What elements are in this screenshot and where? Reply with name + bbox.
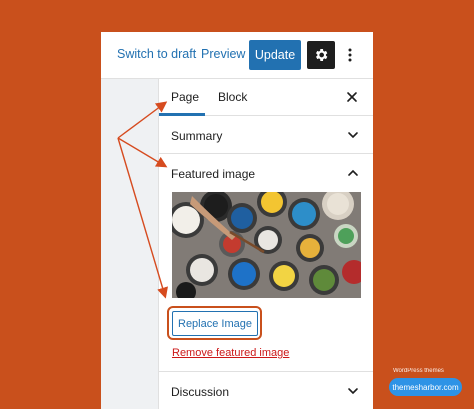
- discussion-title: Discussion: [171, 385, 230, 399]
- vertical-ellipsis-icon: [348, 48, 352, 62]
- branding-badge: themesharbor.com: [389, 378, 462, 396]
- summary-title: Summary: [171, 129, 223, 143]
- featured-image-panel-toggle[interactable]: Featured image: [159, 154, 373, 192]
- close-icon[interactable]: [345, 90, 359, 104]
- summary-panel-toggle[interactable]: Summary: [159, 116, 373, 154]
- remove-featured-image-link[interactable]: Remove featured image: [172, 347, 289, 359]
- tab-block[interactable]: Block: [218, 90, 247, 104]
- preview-link[interactable]: Preview: [201, 47, 245, 61]
- settings-sidebar: Page Block Summary Featured image Replac…: [159, 79, 373, 409]
- chevron-down-icon: [348, 388, 358, 395]
- switch-to-draft-link[interactable]: Switch to draft: [117, 47, 196, 61]
- tab-page[interactable]: Page: [171, 90, 199, 104]
- chevron-up-icon: [348, 169, 358, 176]
- gear-icon: [316, 49, 328, 61]
- branding-tagline: WordPress themes: [393, 368, 444, 374]
- chevron-down-icon: [348, 132, 358, 139]
- sidebar-tabs: Page Block: [159, 79, 373, 116]
- editor-canvas-strip: [101, 79, 159, 409]
- more-options-button[interactable]: [343, 45, 357, 65]
- editor-panel: Switch to draft Preview Update Page Bloc…: [101, 32, 373, 409]
- replace-image-button[interactable]: Replace Image: [172, 311, 258, 336]
- featured-image-title: Featured image: [171, 167, 256, 181]
- update-button[interactable]: Update: [249, 40, 301, 70]
- featured-image-thumbnail[interactable]: [172, 192, 361, 298]
- featured-image-panel-body: Replace Image Remove featured image: [159, 192, 373, 372]
- discussion-panel-toggle[interactable]: Discussion: [159, 372, 373, 409]
- top-toolbar: Switch to draft Preview Update: [101, 32, 373, 79]
- settings-button[interactable]: [307, 41, 335, 69]
